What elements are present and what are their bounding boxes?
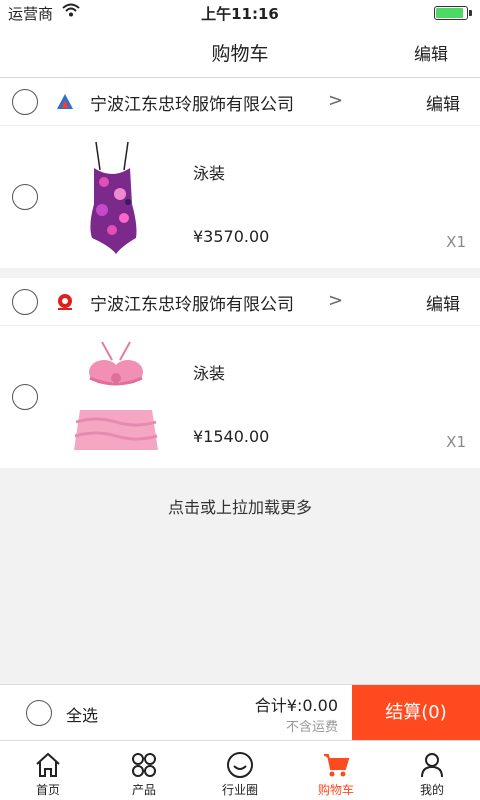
cart-item: 泳装 ¥1540.00 X1 <box>0 326 480 468</box>
store-name[interactable]: 宁波江东忠玲服饰有限公司 <box>90 90 294 115</box>
store-group: 宁波江东忠玲服饰有限公司 > 编辑 泳装 ¥1540.00 X1 <box>0 278 480 468</box>
product-image[interactable] <box>66 138 166 256</box>
tab-profile[interactable]: 我的 <box>384 741 480 800</box>
tab-industry[interactable]: 行业圈 <box>192 741 288 800</box>
tab-label: 我的 <box>419 783 444 797</box>
user-icon <box>421 753 443 778</box>
product-image[interactable] <box>66 338 166 456</box>
product-price: ¥3570.00 <box>193 227 270 246</box>
item-select-radio[interactable] <box>12 184 38 210</box>
product-name[interactable]: 泳装 <box>193 360 225 384</box>
status-bar: 运营商 上午11:16 <box>0 0 480 26</box>
load-more-button[interactable]: 点击或上拉加载更多 <box>0 494 480 518</box>
edit-button[interactable]: 编辑 <box>414 40 448 65</box>
tab-cart[interactable]: 购物车 <box>288 741 384 800</box>
grid-icon <box>132 753 156 777</box>
product-quantity: X1 <box>446 433 466 451</box>
checkout-bar: 全选 合计¥:0.00 不含运费 结算(0) <box>0 684 480 741</box>
tab-products[interactable]: 产品 <box>96 741 192 800</box>
shipping-note: 不含运费 <box>285 720 338 735</box>
store-header: 宁波江东忠玲服饰有限公司 > 编辑 <box>0 78 480 126</box>
store-select-radio[interactable] <box>12 289 38 315</box>
cart-icon <box>324 754 350 777</box>
store-logo-icon <box>58 294 72 310</box>
chevron-right-icon[interactable]: > <box>328 90 343 111</box>
tab-label: 行业圈 <box>221 783 258 797</box>
battery-icon <box>434 6 472 20</box>
store-group: 宁波江东忠玲服饰有限公司 > 编辑 泳装 ¥3570.00 X1 <box>0 78 480 268</box>
tab-label: 购物车 <box>317 783 354 797</box>
store-select-radio[interactable] <box>12 89 38 115</box>
cart-item: 泳装 ¥3570.00 X1 <box>0 126 480 268</box>
store-edit-button[interactable]: 编辑 <box>426 290 460 315</box>
store-name[interactable]: 宁波江东忠玲服饰有限公司 <box>90 290 294 315</box>
tab-label: 首页 <box>35 783 60 797</box>
tab-bar: 首页 产品 行业圈 购物车 我的 <box>0 740 480 800</box>
nav-bar: 购物车 编辑 <box>0 26 480 78</box>
product-quantity: X1 <box>446 233 466 251</box>
page-title: 购物车 <box>211 43 269 65</box>
tab-home[interactable]: 首页 <box>0 741 96 800</box>
select-all-radio[interactable] <box>26 700 52 726</box>
total-price: 合计¥:0.00 <box>254 696 338 715</box>
checkout-button[interactable]: 结算(0) <box>352 685 480 741</box>
tab-label: 产品 <box>131 783 156 797</box>
home-icon <box>36 752 60 777</box>
select-all-label[interactable]: 全选 <box>66 702 98 726</box>
store-edit-button[interactable]: 编辑 <box>426 90 460 115</box>
store-logo-icon <box>57 94 73 109</box>
store-header: 宁波江东忠玲服饰有限公司 > 编辑 <box>0 278 480 326</box>
chevron-right-icon[interactable]: > <box>328 290 343 311</box>
clock: 上午11:16 <box>201 5 279 23</box>
product-price: ¥1540.00 <box>193 427 270 446</box>
item-select-radio[interactable] <box>12 384 38 410</box>
product-name[interactable]: 泳装 <box>193 160 225 184</box>
smile-icon <box>227 752 253 778</box>
